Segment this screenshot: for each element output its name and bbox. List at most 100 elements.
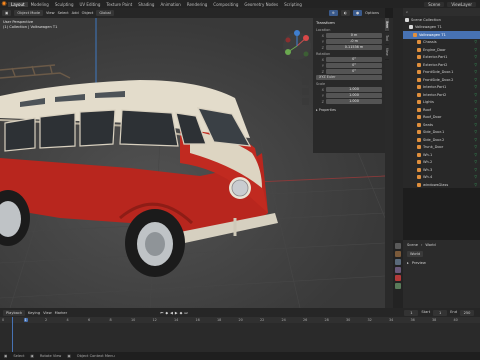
workspace-tab[interactable]: Animation [157,2,183,7]
sidebar-tab-view[interactable]: View [385,45,389,61]
object-menu[interactable]: Object [82,11,94,15]
scale-z-field[interactable]: 1.000 [326,99,382,104]
mesh-data-icon[interactable]: ▽ [474,115,477,119]
outliner-item[interactable]: Interior.Part2 ▽ [403,91,480,99]
outliner-item[interactable]: Scene Collection [403,16,480,24]
location-x-field[interactable]: 0 m [326,33,382,38]
mesh-data-icon[interactable]: ▽ [474,168,477,172]
orientation-dropdown[interactable]: Global [96,10,114,16]
overlay-toggle-icon[interactable]: ◐ [340,10,350,16]
mesh-data-icon[interactable]: ▽ [474,100,477,104]
object-tab-icon[interactable] [395,283,401,289]
outliner-item[interactable]: FrontSide_Door.2 ▽ [403,76,480,84]
outliner-item[interactable]: Roof_Door ▽ [403,114,480,122]
mesh-data-icon[interactable]: ▽ [474,93,477,97]
view-menu[interactable]: View [46,11,55,15]
workspace-tab[interactable]: Compositing [210,2,241,7]
sidebar-tab-tool[interactable]: Tool [385,32,389,46]
frame-ruler[interactable]: 0 1 2 4 6 8 10 12 14 16 18 20 22 24 26 28 30 32 34 36 38 40 [0,317,480,323]
tool-tab-icon[interactable] [395,243,401,249]
outliner-item[interactable]: Side_Door.2 ▽ [403,136,480,144]
world-tab-icon[interactable] [395,275,401,281]
editor-type-icon[interactable]: ▣ [2,10,12,16]
scene-tab-icon[interactable] [395,267,401,273]
mesh-data-icon[interactable]: ▽ [474,48,477,52]
gizmo-toggle-icon[interactable]: ⊕ [328,10,338,16]
prev-key-icon[interactable]: ◆ [165,311,168,315]
outliner-item[interactable]: Roof ▽ [403,106,480,114]
add-menu[interactable]: Add [72,11,79,15]
workspace-tab[interactable]: Modeling [28,2,52,7]
outliner-item[interactable]: Lights ▽ [403,99,480,107]
mesh-data-icon[interactable]: ▽ [474,70,477,74]
mesh-data-icon[interactable]: ▽ [474,63,477,67]
workspace-tab[interactable]: Shading [135,2,157,7]
outliner-item[interactable]: Chassis ▽ [403,39,480,47]
marker-menu[interactable]: Marker [55,311,67,315]
workspace-tab[interactable]: Layout [8,1,28,7]
outliner-item[interactable]: Interior.Part1 ▽ [403,84,480,92]
location-z-field[interactable]: 0.11536 m [326,45,382,50]
rotation-y-field[interactable]: 0° [326,63,382,68]
outliner-item[interactable]: FrontSide_Door.1 ▽ [403,69,480,77]
outliner-item[interactable]: Wh.4 ▽ [403,174,480,182]
outliner-item[interactable]: Volkswagen T1 [403,24,480,32]
timeline-view-menu[interactable]: View [43,311,52,315]
mesh-data-icon[interactable]: ▽ [474,78,477,82]
scene-field[interactable]: Scene [424,1,445,7]
rotation-mode-dropdown[interactable]: XYZ Euler [316,75,382,80]
outliner-item[interactable]: Wh.3 ▽ [403,166,480,174]
playback-menu[interactable]: Playback [3,309,26,316]
scale-y-field[interactable]: 1.000 [326,93,382,98]
workspace-tab[interactable]: Texture Paint [103,2,135,7]
blender-logo-icon[interactable]: ◉ [0,0,8,8]
world-breadcrumb[interactable]: World [425,243,435,247]
play-reverse-icon[interactable]: ◀ [170,311,173,315]
scene-breadcrumb[interactable]: Scene [407,243,418,247]
workspace-tab[interactable]: Scripting [281,2,305,7]
select-menu[interactable]: Select [58,11,69,15]
rotation-z-field[interactable]: 0° [326,69,382,74]
outliner-item[interactable]: Engine_Door ▽ [403,46,480,54]
current-frame-field[interactable]: 1 [404,309,419,316]
shading-solid-icon[interactable]: ● [352,10,363,16]
mesh-data-icon[interactable]: ▽ [474,108,477,112]
playhead[interactable] [12,317,13,352]
sidebar-tab-item[interactable]: Item [385,18,389,33]
jump-end-icon[interactable]: ⏭ [184,311,187,315]
outliner-item[interactable]: Trunk_Door ▽ [403,144,480,152]
outliner-item[interactable]: Wh.1 ▽ [403,151,480,159]
outliner-item[interactable]: Volkswagen T1 [403,31,480,39]
mesh-data-icon[interactable]: ▽ [474,160,477,164]
properties-subpanel[interactable]: ▸ Properties [316,108,382,112]
navigation-gizmo[interactable] [283,30,311,60]
world-field[interactable]: World [407,250,424,257]
view-layer-field[interactable]: ViewLayer [447,1,476,7]
preview-section[interactable]: ▸ Preview [403,258,480,267]
options-menu[interactable]: Options [365,11,385,15]
mesh-data-icon[interactable]: ▽ [474,145,477,149]
mode-dropdown[interactable]: Object Mode [14,10,44,16]
mesh-data-icon[interactable]: ▽ [474,123,477,127]
keying-menu[interactable]: Keying [28,311,40,315]
mesh-data-icon[interactable]: ▽ [474,175,477,179]
scale-x-field[interactable]: 1.000 [326,87,382,92]
workspace-tab[interactable]: UV Editing [77,2,104,7]
outliner-item[interactable]: Exterior.Part1 ▽ [403,54,480,62]
mesh-data-icon[interactable]: ▽ [474,130,477,134]
mesh-data-icon[interactable]: ▽ [474,183,477,187]
transform-header[interactable]: Transform [316,20,382,25]
mesh-data-icon[interactable]: ▽ [474,55,477,59]
outliner-item[interactable]: Wh.2 ▽ [403,159,480,167]
workspace-tab[interactable]: Sculpting [52,2,77,7]
outliner-item[interactable]: windowsGlass ▽ [403,181,480,188]
jump-start-icon[interactable]: ⏮ [160,311,163,315]
rotation-x-field[interactable]: 0° [326,57,382,62]
outliner-item[interactable]: Seats ▽ [403,121,480,129]
start-frame-field[interactable]: 1 [433,309,448,316]
render-tab-icon[interactable] [395,251,401,257]
mesh-data-icon[interactable]: ▽ [474,85,477,89]
next-key-icon[interactable]: ◆ [180,311,183,315]
viewport-nav-buttons[interactable] [302,68,309,105]
outliner-item[interactable]: Exterior.Part2 ▽ [403,61,480,69]
